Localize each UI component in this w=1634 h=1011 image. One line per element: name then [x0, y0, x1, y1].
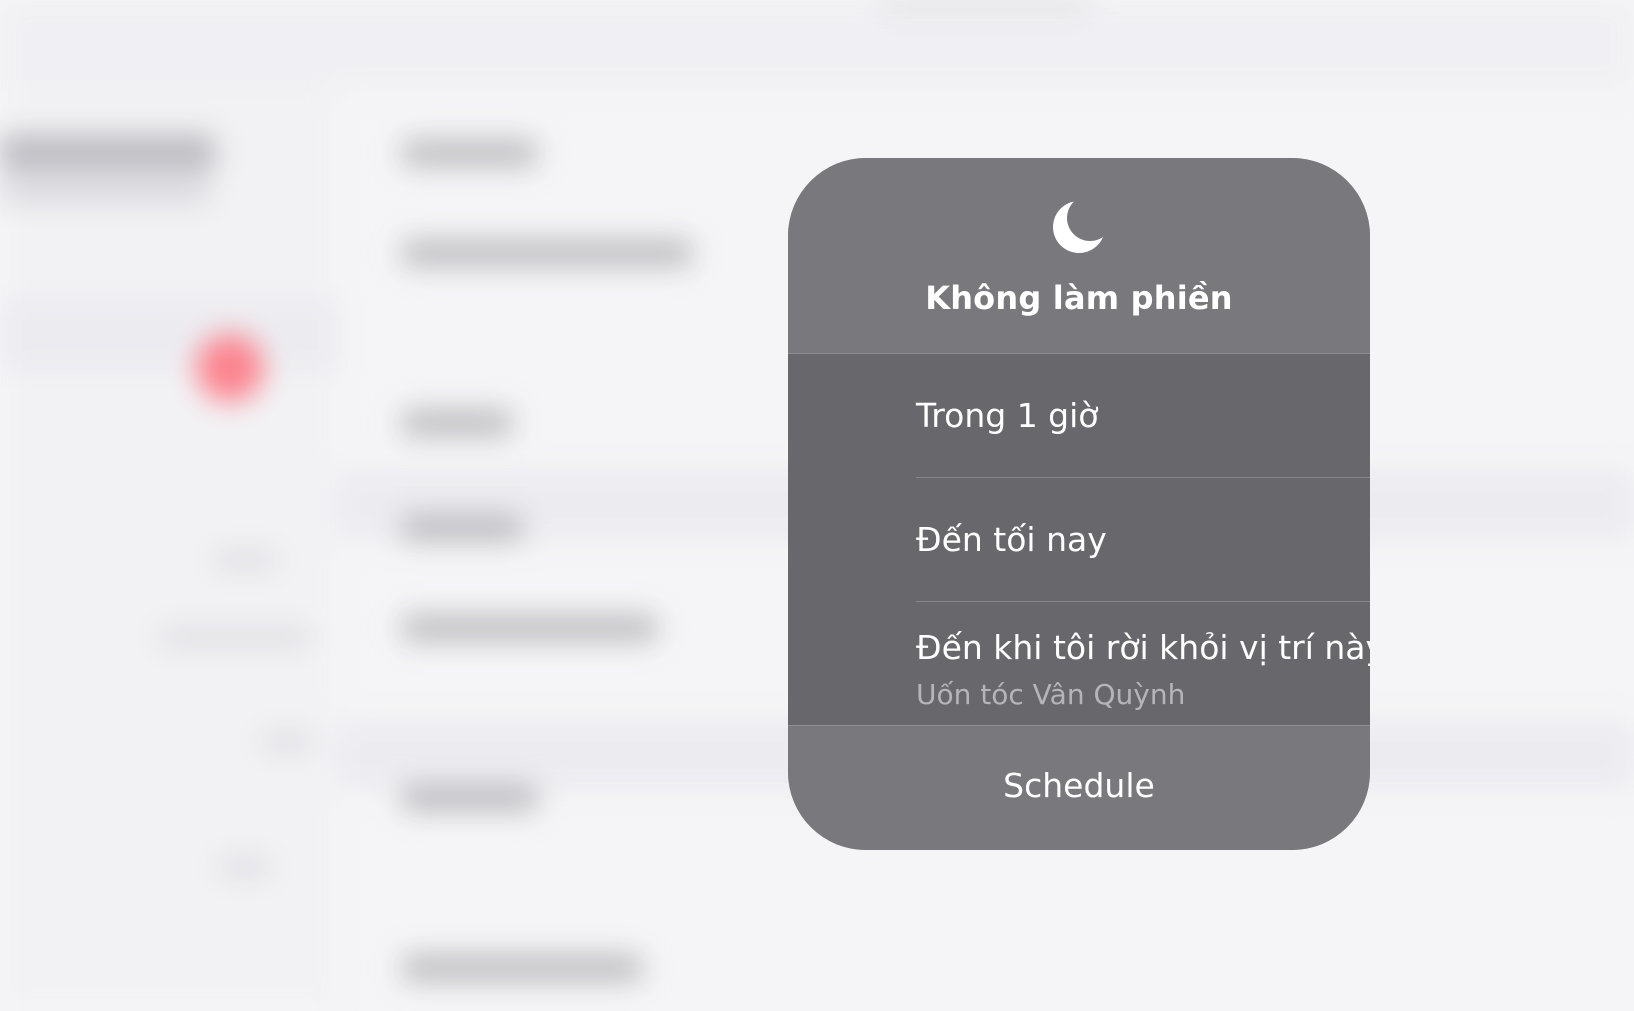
moon-icon	[1050, 198, 1108, 256]
duration-options: Trong 1 giờ Đến tối nay Đến khi tôi rời …	[788, 353, 1370, 725]
option-label: Đến khi tôi rời khỏi vị trí này	[916, 628, 1370, 667]
schedule-label: Schedule	[1003, 766, 1155, 805]
schedule-button[interactable]: Schedule	[788, 725, 1370, 850]
location-name: Uốn tóc Vân Quỳnh	[916, 678, 1186, 711]
option-until-leave-location[interactable]: Đến khi tôi rời khỏi vị trí này Uốn tóc …	[788, 602, 1370, 726]
option-until-tonight[interactable]: Đến tối nay	[788, 478, 1370, 601]
menu-title: Không làm phiền	[925, 279, 1233, 317]
menu-header: Không làm phiền	[788, 158, 1370, 353]
option-label: Trong 1 giờ	[916, 396, 1099, 435]
option-for-1-hour[interactable]: Trong 1 giờ	[788, 354, 1370, 477]
do-not-disturb-menu: Không làm phiền Trong 1 giờ Đến tối nay …	[788, 158, 1370, 850]
option-label: Đến tối nay	[916, 520, 1107, 559]
